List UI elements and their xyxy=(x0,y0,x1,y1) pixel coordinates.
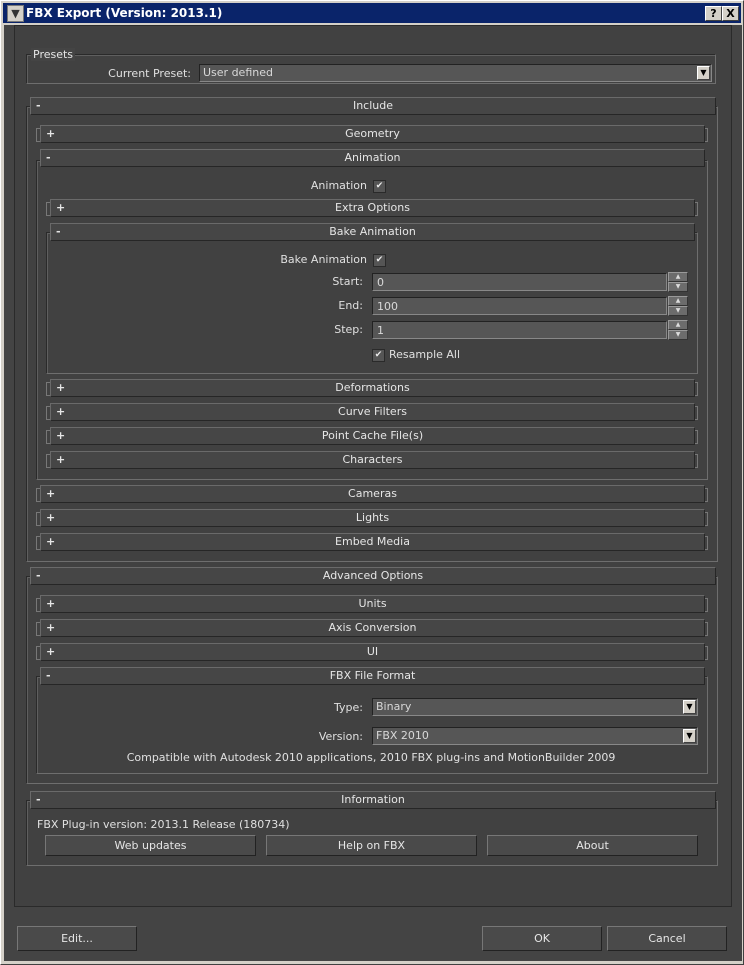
version-dropdown[interactable]: FBX 2010 ▼ xyxy=(372,727,698,745)
help-on-fbx-button[interactable]: Help on FBX xyxy=(266,835,477,856)
start-field[interactable]: 0 xyxy=(372,273,667,291)
extra-options-rollout-header[interactable]: + Extra Options xyxy=(50,199,695,217)
lights-rollout-header[interactable]: + Lights xyxy=(40,509,705,527)
spinner-up-icon[interactable]: ▲ xyxy=(668,296,688,306)
about-button[interactable]: About xyxy=(487,835,698,856)
bake-animation-rollout-header[interactable]: - Bake Animation xyxy=(50,223,695,241)
ui-title: UI xyxy=(366,645,379,658)
title-bar[interactable]: ▼ FBX Export (Version: 2013.1) ? X xyxy=(3,3,741,23)
start-label: Start: xyxy=(332,275,363,288)
fbx-file-format-title: FBX File Format xyxy=(329,669,416,682)
chevron-down-icon[interactable]: ▼ xyxy=(683,700,696,714)
step-spinner[interactable]: ▲ ▼ xyxy=(668,320,688,340)
embed-media-title: Embed Media xyxy=(335,535,410,548)
resample-all-checkbox[interactable]: ✔ xyxy=(372,349,385,362)
step-label: Step: xyxy=(334,323,363,336)
chevron-down-icon[interactable]: ▼ xyxy=(683,729,696,743)
geometry-rollout-header[interactable]: + Geometry xyxy=(40,125,705,143)
characters-title: Characters xyxy=(342,453,403,466)
information-rollout-header[interactable]: - Information xyxy=(30,791,716,809)
animation-checkbox-label: Animation xyxy=(310,179,367,192)
axis-conversion-title: Axis Conversion xyxy=(328,621,417,634)
plugin-version-text: FBX Plug-in version: 2013.1 Release (180… xyxy=(37,818,290,831)
axis-conversion-rollout-header[interactable]: + Axis Conversion xyxy=(40,619,705,637)
help-button[interactable]: ? xyxy=(705,6,722,21)
bake-animation-checkbox-label: Bake Animation xyxy=(280,253,367,266)
information-frame xyxy=(26,800,718,866)
advanced-options-title: Advanced Options xyxy=(322,569,424,582)
end-field[interactable]: 100 xyxy=(372,297,667,315)
units-rollout-header[interactable]: + Units xyxy=(40,595,705,613)
point-cache-title: Point Cache File(s) xyxy=(321,429,424,442)
units-title: Units xyxy=(358,597,387,610)
characters-rollout-header[interactable]: + Characters xyxy=(50,451,695,469)
step-field[interactable]: 1 xyxy=(372,321,667,339)
information-title: Information xyxy=(341,793,405,806)
start-spinner[interactable]: ▲ ▼ xyxy=(668,272,688,292)
type-value: Binary xyxy=(376,700,412,713)
resample-all-label: Resample All xyxy=(389,348,461,361)
compatibility-text: Compatible with Autodesk 2010 applicatio… xyxy=(126,751,616,764)
current-preset-label: Current Preset: xyxy=(108,67,191,80)
spinner-down-icon[interactable]: ▼ xyxy=(668,306,688,316)
window-title: FBX Export (Version: 2013.1) xyxy=(26,6,223,20)
current-preset-dropdown[interactable]: User defined ▼ xyxy=(199,64,712,82)
end-label: End: xyxy=(338,299,363,312)
cameras-rollout-header[interactable]: + Cameras xyxy=(40,485,705,503)
fbx-export-window: ▼ FBX Export (Version: 2013.1) ? X Prese… xyxy=(0,0,744,965)
curve-filters-rollout-header[interactable]: + Curve Filters xyxy=(50,403,695,421)
curve-filters-title: Curve Filters xyxy=(338,405,407,418)
include-rollout-header[interactable]: - Include xyxy=(30,97,716,115)
scroll-panel[interactable]: Presets Current Preset: User defined ▼ -… xyxy=(14,25,732,907)
type-label: Type: xyxy=(334,701,363,714)
presets-group-label: Presets xyxy=(31,48,76,61)
embed-media-rollout-header[interactable]: + Embed Media xyxy=(40,533,705,551)
spinner-down-icon[interactable]: ▼ xyxy=(668,330,688,340)
edit-button[interactable]: Edit... xyxy=(17,926,137,951)
version-label: Version: xyxy=(318,730,363,743)
dialog-client-area: Presets Current Preset: User defined ▼ -… xyxy=(4,25,742,961)
cancel-button[interactable]: Cancel xyxy=(607,926,727,951)
include-title: Include xyxy=(352,99,394,112)
bake-animation-checkbox[interactable]: ✔ xyxy=(373,254,386,267)
spinner-up-icon[interactable]: ▲ xyxy=(668,320,688,330)
animation-rollout-header[interactable]: - Animation xyxy=(40,149,705,167)
end-spinner[interactable]: ▲ ▼ xyxy=(668,296,688,316)
deformations-rollout-header[interactable]: + Deformations xyxy=(50,379,695,397)
extra-options-title: Extra Options xyxy=(335,201,410,214)
animation-title: Animation xyxy=(344,151,401,164)
type-dropdown[interactable]: Binary ▼ xyxy=(372,698,698,716)
geometry-title: Geometry xyxy=(345,127,400,140)
version-value: FBX 2010 xyxy=(376,729,429,742)
animation-checkbox[interactable]: ✔ xyxy=(373,180,386,193)
chevron-down-icon[interactable]: ▼ xyxy=(697,66,710,80)
spinner-down-icon[interactable]: ▼ xyxy=(668,282,688,292)
lights-title: Lights xyxy=(355,511,390,524)
cameras-title: Cameras xyxy=(348,487,397,500)
bake-animation-title: Bake Animation xyxy=(329,225,416,238)
point-cache-rollout-header[interactable]: + Point Cache File(s) xyxy=(50,427,695,445)
current-preset-value: User defined xyxy=(203,66,273,79)
deformations-title: Deformations xyxy=(335,381,410,394)
spinner-up-icon[interactable]: ▲ xyxy=(668,272,688,282)
app-logo-icon: ▼ xyxy=(7,5,24,22)
fbx-file-format-rollout-header[interactable]: - FBX File Format xyxy=(40,667,705,685)
ui-rollout-header[interactable]: + UI xyxy=(40,643,705,661)
ok-button[interactable]: OK xyxy=(482,926,602,951)
web-updates-button[interactable]: Web updates xyxy=(45,835,256,856)
advanced-options-rollout-header[interactable]: - Advanced Options xyxy=(30,567,716,585)
close-button[interactable]: X xyxy=(722,6,739,21)
